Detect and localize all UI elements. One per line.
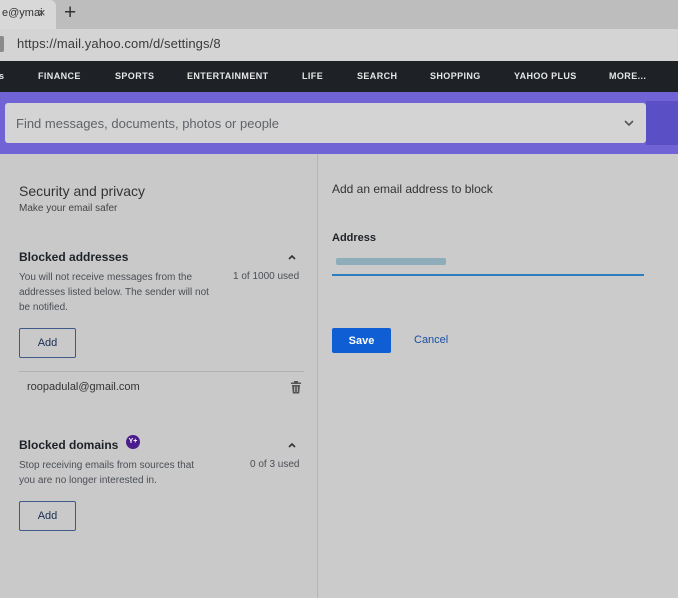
add-blocked-address-button[interactable]: Add [19,328,76,358]
address-input-typed-text [336,258,446,265]
cancel-button[interactable]: Cancel [414,334,448,346]
browser-address-bar[interactable]: https://mail.yahoo.com/d/settings/8 [0,29,678,61]
block-address-form: Add an email address to block Address Sa… [319,154,678,598]
divider [19,371,304,372]
nav-item-yahoo-plus[interactable]: YAHOO PLUS [514,71,577,81]
new-tab-icon[interactable]: + [64,2,76,24]
blocked-addresses-title: Blocked addresses [19,250,129,264]
add-blocked-domain-button[interactable]: Add [19,501,76,531]
blocked-domains-description: Stop receiving emails from sources that … [19,460,195,486]
address-label: Address [332,232,377,244]
nav-item-entertainment[interactable]: ENTERTAINMENT [187,71,269,81]
url-text[interactable]: https://mail.yahoo.com/d/settings/8 [17,36,221,51]
blocked-addresses-usage: 1 of 1000 used [233,271,300,282]
nav-item-more[interactable]: MORE... [609,71,646,81]
blocked-addresses-description: You will not receive messages from the a… [19,272,209,313]
nav-item-shopping[interactable]: SHOPPING [430,71,481,81]
browser-tab-bar: e@ymai × + [0,0,678,29]
yahoo-plus-badge-text: Y+ [128,438,138,445]
nav-item-search[interactable]: SEARCH [357,71,397,81]
nav-item-partial[interactable]: s [0,71,4,81]
form-title: Add an email address to block [332,182,493,196]
trash-icon[interactable] [290,381,302,394]
settings-subtitle: Make your email safer [19,203,118,214]
search-button[interactable] [646,101,678,145]
nav-item-sports[interactable]: SPORTS [115,71,154,81]
search-box[interactable] [5,103,646,143]
save-button[interactable]: Save [332,328,391,353]
nav-item-finance[interactable]: FINANCE [38,71,81,81]
browser-tab-title: e@ymai [2,7,43,19]
settings-title: Security and privacy [19,183,146,199]
browser-tab[interactable]: e@ymai × [0,0,56,29]
blocked-domains-title: Blocked domains [19,438,119,452]
chevron-down-icon[interactable] [622,116,636,130]
yahoo-plus-icon: Y+ [126,435,140,449]
blocked-address-item: roopadulal@gmail.com [27,381,140,393]
blocked-domains-usage: 0 of 3 used [250,459,300,470]
close-tab-icon[interactable]: × [38,5,46,21]
nav-item-life[interactable]: LIFE [302,71,323,81]
settings-panel: Security and privacy Make your email saf… [0,154,318,598]
search-input[interactable] [16,103,606,143]
site-info-icon[interactable] [0,36,4,52]
chevron-up-icon[interactable] [287,441,297,449]
chevron-up-icon[interactable] [287,253,297,261]
yahoo-nav-bar: s FINANCE SPORTS ENTERTAINMENT LIFE SEAR… [0,61,678,92]
